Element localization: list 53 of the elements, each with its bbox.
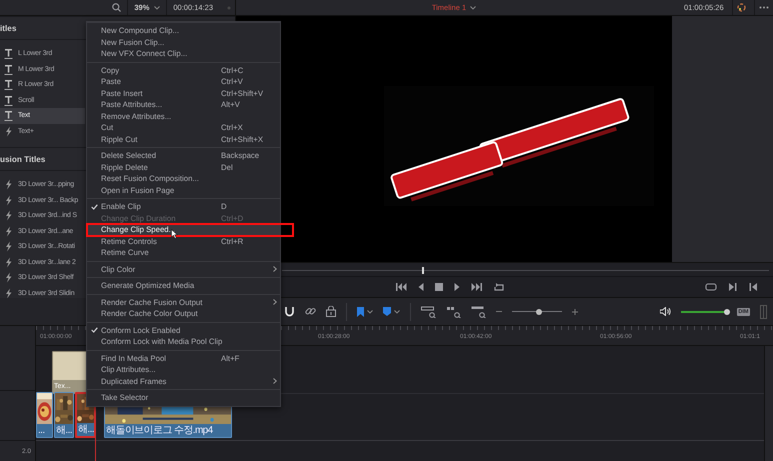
lightning-icon <box>4 179 13 190</box>
skip-start-icon[interactable] <box>396 283 407 291</box>
previous-clip-icon[interactable] <box>749 283 757 291</box>
step-back-icon[interactable] <box>418 283 424 291</box>
clip-label: ... <box>37 424 46 437</box>
snap-icon[interactable] <box>284 306 295 317</box>
search-icon[interactable] <box>112 3 122 12</box>
chevron-icon[interactable] <box>154 6 160 10</box>
chevron-icon <box>470 6 476 10</box>
speaker-icon[interactable] <box>660 307 671 316</box>
zoom-custom-icon[interactable] <box>471 306 486 318</box>
zoom-slider-thumb[interactable] <box>536 308 542 314</box>
zoom-detail-icon[interactable] <box>446 306 461 318</box>
lightning-icon <box>4 210 13 222</box>
chevron-icon[interactable] <box>394 310 400 314</box>
skip-end-icon[interactable] <box>471 283 482 291</box>
next-clip-icon[interactable] <box>729 283 737 291</box>
clip-label: 해... <box>77 423 94 436</box>
title-icon <box>4 79 13 90</box>
volume-thumb[interactable] <box>724 308 730 314</box>
plus-icon[interactable] <box>572 308 578 314</box>
lightning-icon <box>4 272 13 284</box>
loop-range-icon[interactable] <box>705 283 717 291</box>
zoom-full-icon[interactable] <box>421 306 436 318</box>
chevron-icon[interactable] <box>367 310 373 314</box>
loop-icon[interactable] <box>493 282 505 292</box>
title-icon <box>4 110 13 122</box>
lightning-icon <box>4 256 13 268</box>
lightning-icon <box>4 126 13 137</box>
title-icon <box>4 94 13 106</box>
minus-icon[interactable] <box>496 310 502 312</box>
clip-label: 해... <box>55 424 73 437</box>
meter-icon <box>760 304 767 318</box>
flag-icon[interactable] <box>357 306 364 316</box>
lightning-icon <box>4 288 13 298</box>
title-icon <box>4 48 13 60</box>
more-icon[interactable] <box>759 6 770 9</box>
section-heading: usion Titles <box>0 154 46 164</box>
lightning-icon <box>4 241 13 252</box>
lightning-icon <box>4 226 13 237</box>
lock-icon[interactable] <box>326 306 336 317</box>
clip-label: 해돌이브이로그 수정.mp4 <box>105 424 214 437</box>
color-wheel-icon[interactable] <box>736 3 746 12</box>
playhead-marker[interactable] <box>422 267 424 274</box>
scrollbar[interactable] <box>764 346 773 461</box>
marker-icon[interactable] <box>383 307 391 316</box>
link-icon[interactable] <box>305 306 316 317</box>
play-icon[interactable] <box>454 283 460 291</box>
lightning-icon <box>4 194 13 206</box>
title-icon <box>4 64 13 75</box>
section-heading: itles <box>0 24 16 32</box>
video-clip[interactable]: ... <box>36 392 53 438</box>
video-clip[interactable]: 해... <box>54 392 74 438</box>
